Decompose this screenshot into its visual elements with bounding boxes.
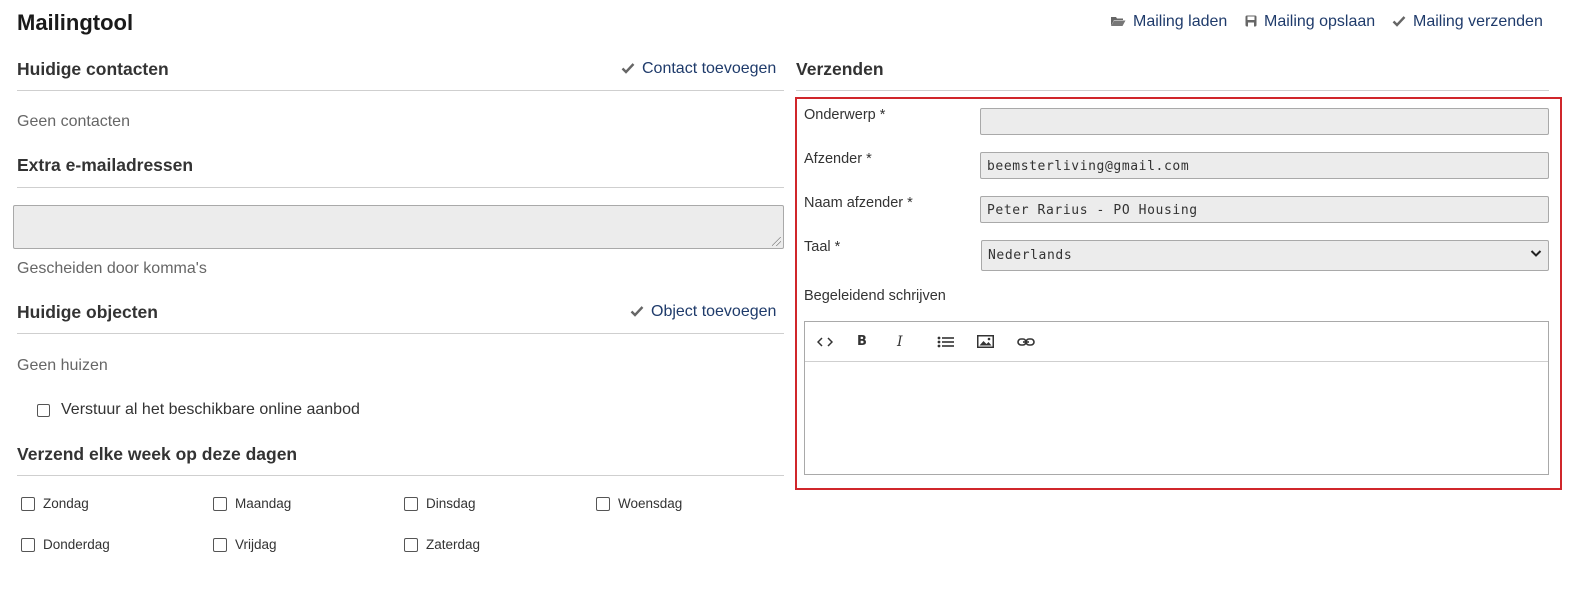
day-option-friday[interactable]: Vrijdag: [213, 537, 277, 552]
chevron-down-icon: [1530, 247, 1542, 263]
add-contact-label: Contact toevoegen: [642, 60, 777, 77]
day-option-monday[interactable]: Maandag: [213, 496, 291, 511]
extra-emails-title: Extra e-mailadressen: [17, 155, 194, 175]
letter-label: Begeleidend schrijven: [804, 288, 946, 304]
day-label: Zondag: [43, 496, 89, 511]
day-label: Woensdag: [618, 496, 683, 511]
editor-content-area[interactable]: [805, 362, 1548, 475]
load-mailing-label: Mailing laden: [1133, 13, 1228, 30]
day-option-thursday[interactable]: Donderdag: [21, 537, 110, 552]
day-checkbox[interactable]: [213, 496, 227, 511]
sender-input[interactable]: beemsterliving@gmail.com: [980, 152, 1549, 179]
subject-label: Onderwerp *: [804, 107, 886, 123]
italic-icon[interactable]: I: [897, 334, 937, 350]
load-mailing-link[interactable]: Mailing laden: [1110, 13, 1227, 31]
editor-toolbar: B I: [805, 322, 1548, 362]
code-icon[interactable]: [817, 336, 857, 348]
sender-name-label: Naam afzender *: [804, 195, 913, 211]
link-icon[interactable]: [1017, 336, 1057, 348]
save-mailing-link[interactable]: Mailing opslaan: [1245, 13, 1375, 31]
folder-open-icon: [1110, 15, 1126, 30]
bulleted-list-icon[interactable]: [937, 336, 977, 348]
language-value: Nederlands: [988, 248, 1073, 263]
send-divider: [796, 90, 1549, 91]
all-online-label: Verstuur al het beschikbare online aanbo…: [61, 401, 360, 418]
day-option-wednesday[interactable]: Woensdag: [596, 496, 682, 511]
day-option-tuesday[interactable]: Dinsdag: [404, 496, 476, 511]
weekly-divider: [17, 475, 784, 476]
day-option-sunday[interactable]: Zondag: [21, 496, 89, 511]
subject-input[interactable]: [980, 108, 1549, 135]
objects-title: Huidige objecten: [17, 302, 158, 322]
resize-grip-icon[interactable]: [772, 237, 781, 246]
day-label: Vrijdag: [235, 537, 277, 552]
extra-emails-divider: [17, 187, 784, 188]
day-checkbox[interactable]: [404, 537, 418, 552]
image-icon[interactable]: [977, 335, 1017, 348]
add-contact-link[interactable]: Contact toevoegen: [621, 60, 776, 78]
floppy-disk-icon: [1245, 15, 1257, 30]
day-label: Dinsdag: [426, 496, 476, 511]
app-title: Mailingtool: [17, 10, 134, 35]
weekly-title: Verzend elke week op deze dagen: [17, 444, 298, 464]
checkmark-icon: [1392, 15, 1406, 30]
send-mailing-label: Mailing verzenden: [1413, 13, 1543, 30]
checkmark-icon: [621, 61, 635, 77]
checkmark-icon: [630, 304, 644, 320]
add-object-label: Object toevoegen: [651, 303, 777, 320]
save-mailing-label: Mailing opslaan: [1264, 13, 1376, 30]
day-option-saturday[interactable]: Zaterdag: [404, 537, 480, 552]
day-label: Donderdag: [43, 537, 110, 552]
day-checkbox[interactable]: [213, 537, 227, 552]
objects-divider: [17, 333, 784, 334]
all-online-option[interactable]: Verstuur al het beschikbare online aanbo…: [37, 401, 360, 419]
send-mailing-link[interactable]: Mailing verzenden: [1392, 13, 1543, 31]
bold-icon[interactable]: B: [857, 334, 897, 349]
add-object-link[interactable]: Object toevoegen: [630, 303, 776, 321]
language-select[interactable]: Nederlands: [981, 240, 1549, 271]
send-title: Verzenden: [796, 59, 884, 79]
day-label: Zaterdag: [426, 537, 481, 552]
contacts-divider: [17, 90, 784, 91]
day-checkbox[interactable]: [404, 496, 418, 511]
extra-emails-textarea[interactable]: [13, 205, 784, 249]
sender-label: Afzender *: [804, 151, 872, 167]
contacts-empty-text: Geen contacten: [17, 113, 130, 130]
contacts-title: Huidige contacten: [17, 59, 169, 79]
extra-emails-hint: Gescheiden door komma's: [17, 260, 207, 277]
day-checkbox[interactable]: [21, 537, 35, 552]
language-label: Taal *: [804, 239, 841, 255]
sender-name-input[interactable]: Peter Rarius - PO Housing: [980, 196, 1549, 223]
all-online-checkbox[interactable]: [37, 403, 50, 417]
day-checkbox[interactable]: [21, 496, 35, 511]
rich-text-editor: B I: [804, 321, 1549, 475]
day-label: Maandag: [235, 496, 292, 511]
day-checkbox[interactable]: [596, 496, 610, 511]
objects-empty-text: Geen huizen: [17, 357, 108, 374]
